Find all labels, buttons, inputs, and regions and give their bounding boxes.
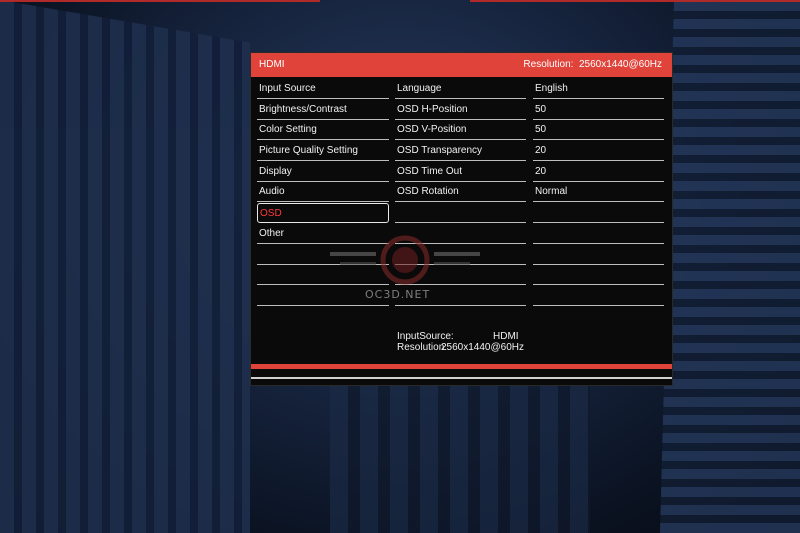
- background-building-right: [660, 0, 800, 533]
- setting-value-empty: [533, 203, 664, 224]
- header-resolution-value: 2560x1440@60Hz: [579, 59, 662, 70]
- menu-item-input-source[interactable]: Input Source: [257, 79, 389, 99]
- setting-value-osd-transparency[interactable]: 20: [533, 141, 664, 162]
- header-resolution: Resolution: 2560x1440@60Hz: [523, 59, 662, 70]
- setting-label-osd-h-position[interactable]: OSD H-Position: [395, 100, 526, 120]
- menu-item-osd[interactable]: OSD: [257, 203, 389, 224]
- setting-value-osd-h-position[interactable]: 50: [533, 100, 664, 120]
- menu-item-color-setting[interactable]: Color Setting: [257, 120, 389, 141]
- footer-accent-bar: [251, 364, 672, 369]
- menu-item-empty[interactable]: [257, 265, 389, 286]
- menu-item-brightness-contrast[interactable]: Brightness/Contrast: [257, 100, 389, 120]
- setting-label-empty: [395, 203, 526, 224]
- menu-item-picture-quality-setting[interactable]: Picture Quality Setting: [257, 141, 389, 162]
- footer-divider: [251, 377, 672, 379]
- setting-label-osd-time-out[interactable]: OSD Time Out: [395, 162, 526, 182]
- background-building-left: [0, 0, 250, 533]
- setting-value-language[interactable]: English: [533, 79, 664, 99]
- setting-value-osd-v-position[interactable]: 50: [533, 120, 664, 141]
- setting-label-empty: [395, 265, 526, 286]
- setting-value-osd-rotation[interactable]: Normal: [533, 182, 664, 203]
- setting-label-language[interactable]: Language: [395, 79, 526, 99]
- info-input-label: InputSource:: [397, 331, 454, 342]
- info-input-value: HDMI: [493, 331, 519, 342]
- watermark-text: OC3D.NET: [365, 288, 431, 301]
- setting-value-osd-time-out[interactable]: 20: [533, 162, 664, 182]
- menu-item-empty[interactable]: [257, 245, 389, 265]
- setting-label-osd-rotation[interactable]: OSD Rotation: [395, 182, 526, 203]
- settings-labels: Language OSD H-Position OSD V-Position OSD …: [395, 79, 526, 307]
- header-input-source: HDMI: [259, 59, 285, 70]
- menu-list: Input Source Brightness/Contrast Color Set…: [257, 79, 389, 307]
- header-resolution-label: Resolution:: [523, 59, 574, 70]
- screen-bezel-edge: [470, 0, 800, 2]
- setting-label-empty: [395, 224, 526, 244]
- setting-value-empty: [533, 245, 664, 265]
- setting-label-osd-v-position[interactable]: OSD V-Position: [395, 120, 526, 141]
- setting-value-empty: [533, 224, 664, 244]
- background-street: [330, 380, 590, 533]
- screen-bezel-edge: [0, 0, 320, 2]
- info-resolution-label: Resolution:: [397, 342, 448, 353]
- setting-value-empty: [533, 265, 664, 286]
- info-panel: InputSource: HDMI Resolution: 2560x1440@…: [397, 331, 524, 353]
- settings-values: English 50 50 20 20 Normal: [533, 79, 664, 307]
- menu-item-audio[interactable]: Audio: [257, 182, 389, 203]
- osd-header: HDMI Resolution: 2560x1440@60Hz: [251, 53, 672, 77]
- setting-label-empty: [395, 245, 526, 265]
- menu-item-display[interactable]: Display: [257, 162, 389, 182]
- setting-value-empty: [533, 286, 664, 306]
- info-resolution-value: 2560x1440@60Hz: [441, 342, 524, 353]
- menu-item-other[interactable]: Other: [257, 224, 389, 244]
- setting-label-osd-transparency[interactable]: OSD Transparency: [395, 141, 526, 162]
- osd-menu: HDMI Resolution: 2560x1440@60Hz Input So…: [250, 52, 673, 386]
- screen: { "header": { "input": "HDMI", "resoluti…: [0, 0, 800, 533]
